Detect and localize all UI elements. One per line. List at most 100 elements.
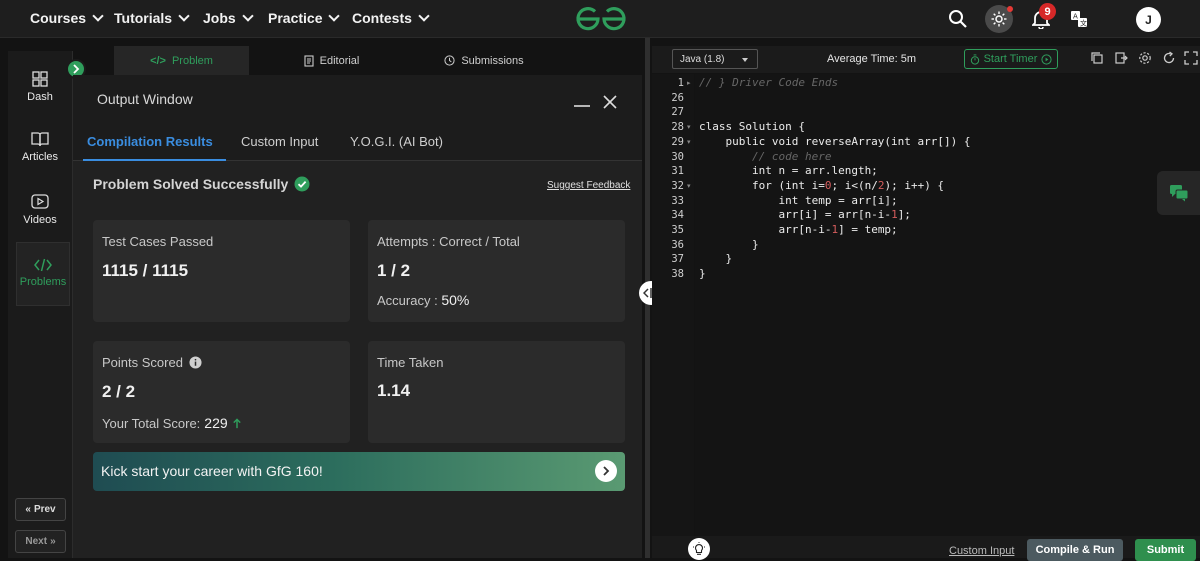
language-value: Java (1.8) (680, 54, 725, 65)
chevron-right-icon (73, 64, 80, 74)
code-line: for (int i=0; i<(n/2); i++) { (699, 178, 945, 192)
translate-icon[interactable]: A文 (1066, 6, 1092, 32)
line-number: 29 (671, 135, 684, 148)
card-label-text: Test Cases Passed (102, 234, 214, 249)
copy-icon[interactable] (1090, 51, 1104, 65)
sidebar-item-label: Dash (27, 91, 53, 103)
average-time: Average Time: 5m (827, 53, 917, 65)
banner-text: Kick start your career with GfG 160! (101, 463, 323, 479)
gfg-logo-icon[interactable] (574, 4, 628, 34)
card-label-text: Time Taken (377, 355, 444, 370)
fold-toggle-icon[interactable]: ▾ (687, 182, 691, 190)
code-line: arr[i] = arr[n-i-1]; (699, 208, 911, 222)
code-line: } (699, 237, 759, 251)
play-circle-icon (1041, 53, 1052, 65)
settings-gear-icon[interactable] (1138, 51, 1152, 65)
close-icon[interactable] (603, 95, 617, 109)
export-icon[interactable] (1114, 51, 1128, 65)
line-number: 33 (671, 194, 684, 207)
line-number: 36 (671, 238, 684, 251)
nav-contests[interactable]: Contests (352, 10, 430, 26)
dashboard-icon (32, 71, 48, 87)
card-value: 1115 / 1115 (102, 261, 189, 280)
tab-submissions[interactable]: Submissions (414, 46, 554, 75)
tab-compilation-results[interactable]: Compilation Results (87, 134, 213, 149)
code-line: arr[n-i-1] = temp; (699, 223, 898, 236)
line-number: 30 (671, 150, 684, 163)
chevron-down-icon (242, 10, 254, 22)
sidebar-item-articles[interactable]: Articles (8, 131, 72, 163)
line-number: 35 (671, 224, 684, 236)
card-label: Time Taken (377, 355, 443, 370)
editor-bottom-bar: Custom Input Compile & Run Submit (652, 536, 1200, 561)
left-sidebar: Dash Articles Videos Problems «Prev Next… (8, 51, 73, 558)
banner-arrow-button[interactable] (595, 460, 617, 482)
nav-label: Jobs (203, 10, 236, 26)
card-label-text: Points Scored (102, 355, 183, 370)
tab-yogi-ai-bot[interactable]: Y.O.G.I. (AI Bot) (350, 134, 443, 149)
code-icon (34, 258, 52, 272)
language-select[interactable]: Java (1.8) (672, 49, 758, 69)
fold-toggle-icon[interactable]: ▾ (687, 123, 691, 131)
line-number-gutter: 1 ▸ 26 27 28 ▾ 29 ▾ 30 31 32 ▾ 33 34 35 36 37 38 (652, 74, 694, 558)
hint-button[interactable] (688, 538, 710, 560)
gfg160-banner[interactable]: Kick start your career with GfG 160! (93, 452, 625, 491)
test-cases-card: Test Cases Passed 1115 / 1115 (93, 220, 350, 322)
chat-button[interactable] (1157, 171, 1200, 215)
prev-label: Prev (33, 504, 56, 515)
book-icon (31, 132, 49, 147)
search-icon[interactable] (945, 6, 971, 32)
theme-toggle-icon[interactable] (985, 5, 1013, 33)
output-header: Output Window (73, 75, 642, 122)
prev-button[interactable]: «Prev (15, 498, 66, 521)
stopwatch-icon (970, 53, 979, 65)
next-button[interactable]: Next» (15, 530, 66, 553)
start-timer-button[interactable]: Start Timer (964, 49, 1058, 69)
refresh-icon[interactable] (1162, 51, 1176, 65)
fold-toggle-icon[interactable]: ▾ (687, 138, 691, 146)
sidebar-item-dash[interactable]: Dash (8, 71, 72, 103)
fullscreen-icon[interactable] (1184, 51, 1198, 65)
nav-jobs[interactable]: Jobs (203, 10, 254, 26)
nav-courses[interactable]: Courses (30, 10, 104, 26)
timer-label: Start Timer (983, 53, 1038, 65)
chevron-down-icon (328, 10, 341, 22)
line-number: 1 (677, 77, 684, 89)
tab-problem[interactable]: </> Problem (114, 46, 249, 75)
double-chevron-left-icon: « (25, 504, 31, 515)
tab-label: Submissions (461, 54, 524, 67)
arrow-up-icon (232, 417, 241, 428)
info-icon[interactable] (189, 356, 202, 369)
nav-practice[interactable]: Practice (268, 10, 341, 26)
fold-toggle-icon[interactable]: ▸ (687, 79, 691, 87)
nav-label: Practice (268, 10, 323, 26)
card-label: Points Scored (102, 355, 202, 370)
custom-input-link[interactable]: Custom Input (949, 545, 1014, 557)
code-line: } (699, 252, 733, 266)
line-number: 27 (671, 106, 684, 119)
nav-tutorials[interactable]: Tutorials (114, 10, 190, 26)
tab-custom-input[interactable]: Custom Input (241, 134, 318, 149)
svg-text:文: 文 (1080, 19, 1087, 28)
suggest-feedback-link[interactable]: Suggest Feedback (547, 180, 630, 191)
sidebar-item-label: Articles (21, 151, 59, 163)
code-line: public void reverseArray(int arr[]) { (699, 134, 971, 148)
line-number: 31 (671, 165, 684, 178)
card-label: Test Cases Passed (102, 234, 213, 249)
dropdown-icon (742, 58, 748, 62)
code-line: int temp = arr[i]; (699, 193, 898, 207)
avatar[interactable]: J (1136, 7, 1161, 32)
tab-editorial[interactable]: Editorial (264, 46, 399, 75)
chat-bubbles-icon (1169, 185, 1188, 202)
minimize-icon[interactable] (573, 94, 591, 108)
tab-label: Problem (171, 54, 213, 67)
check-circle-icon (294, 176, 310, 192)
sidebar-item-problems[interactable]: Problems (16, 242, 70, 306)
nav-label: Contests (352, 10, 412, 26)
sidebar-item-label: Problems (19, 276, 67, 288)
nav-label: Courses (30, 10, 87, 26)
status-message: Problem Solved Successfully (93, 176, 310, 192)
code-editor[interactable]: // } Driver Code Ends class Solution { pu… (695, 74, 1200, 558)
notification-badge: 9 (1039, 3, 1056, 20)
sidebar-item-videos[interactable]: Videos (8, 194, 72, 226)
